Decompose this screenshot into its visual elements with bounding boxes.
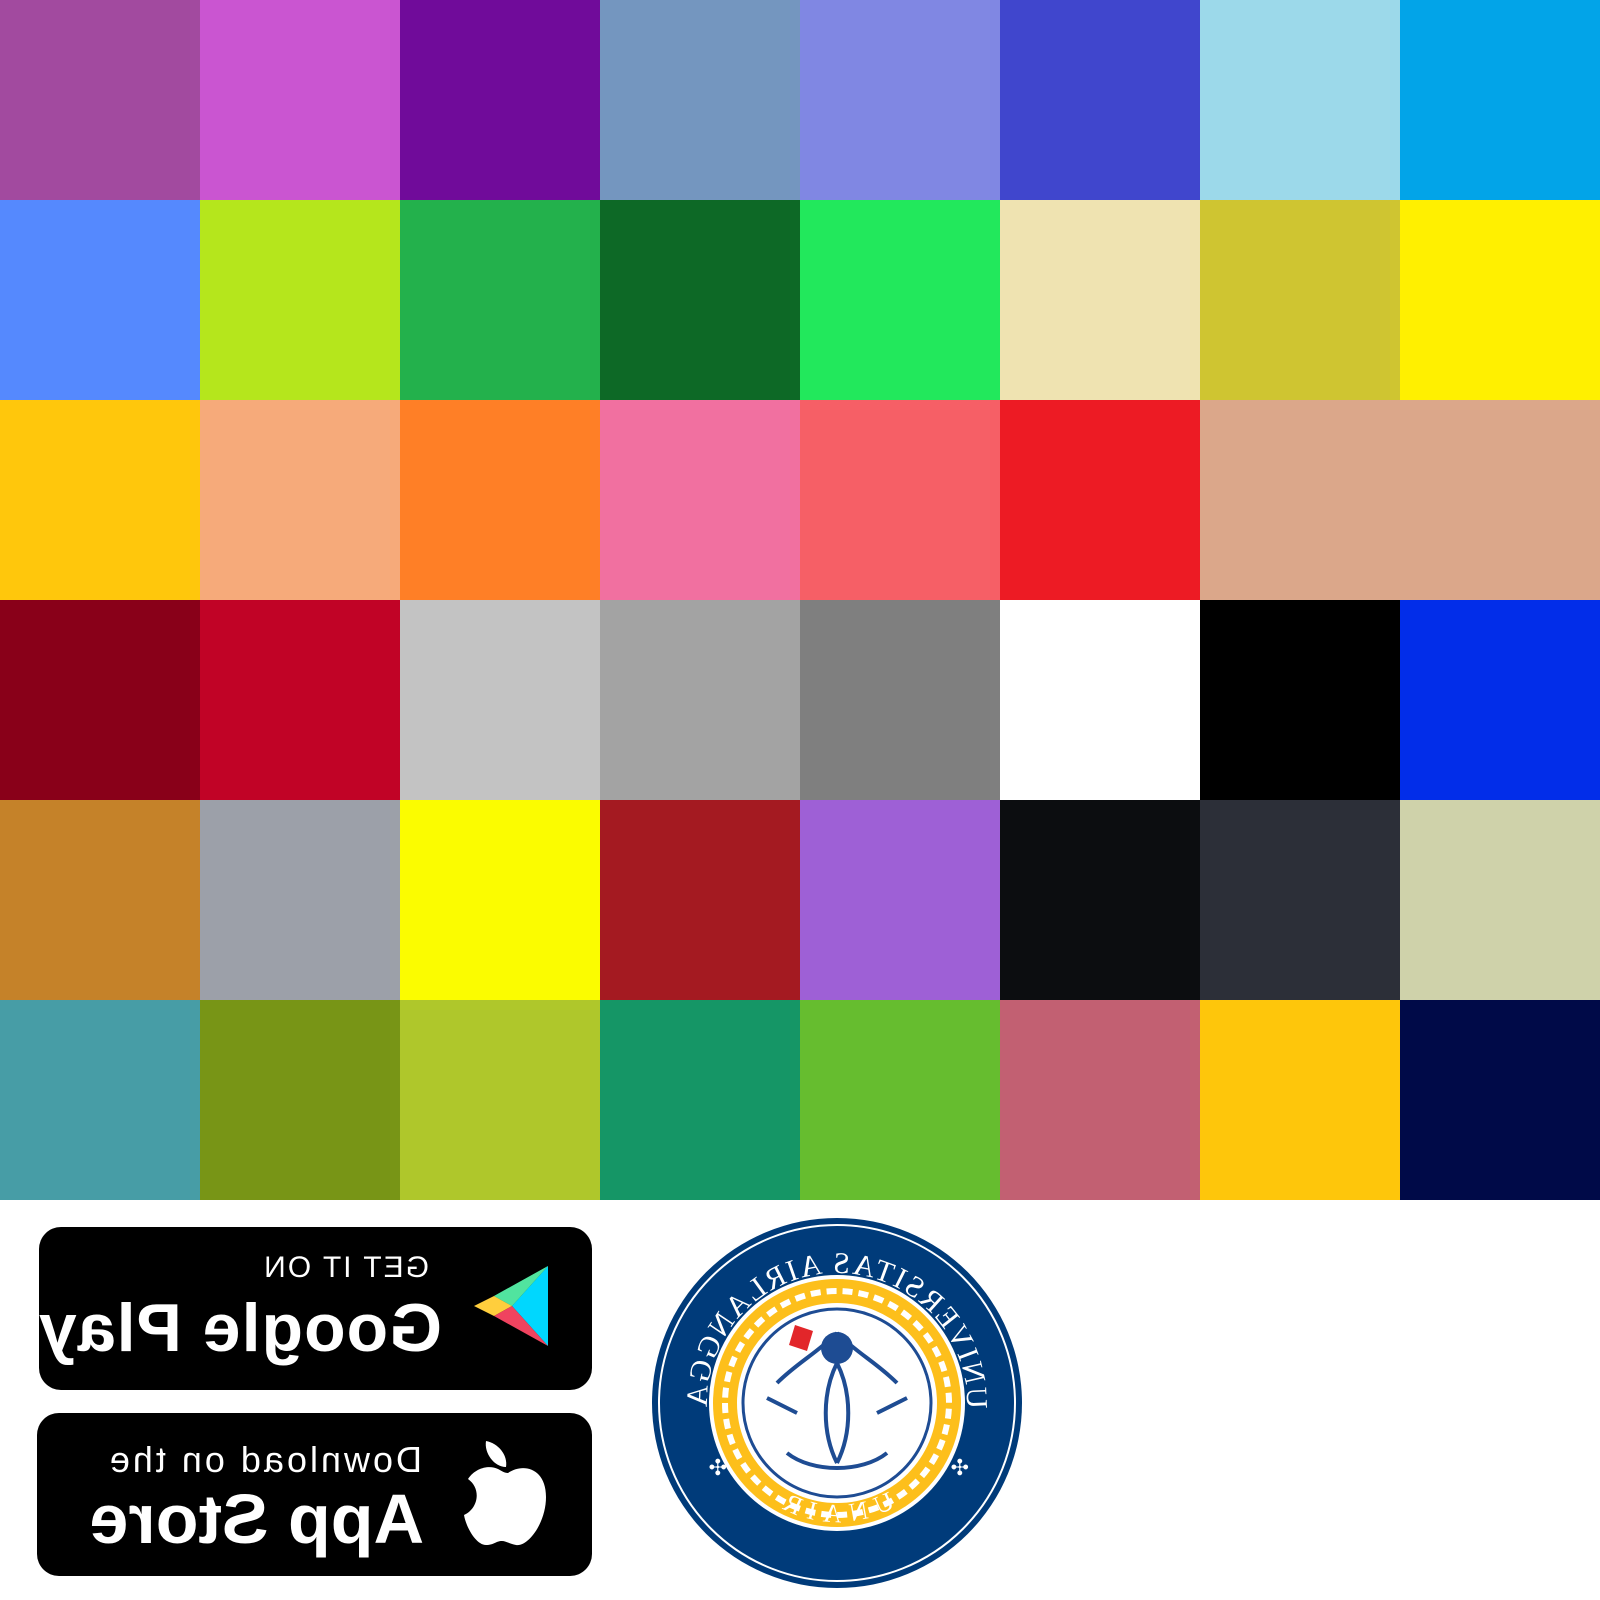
color-swatch (800, 200, 1000, 400)
color-swatch (1200, 800, 1400, 1000)
color-swatch (1000, 600, 1200, 800)
app-store-big-text: App Store (89, 1480, 424, 1558)
color-swatch (0, 200, 200, 400)
color-swatch (0, 400, 200, 600)
color-swatch (800, 1000, 1000, 1200)
color-swatch (0, 1000, 200, 1200)
color-swatch (1200, 0, 1400, 200)
color-swatch (1200, 200, 1400, 400)
color-swatch (1400, 600, 1600, 800)
color-swatch (800, 800, 1000, 1000)
color-swatch (600, 400, 800, 600)
color-swatch (1200, 600, 1400, 800)
color-swatch (1200, 1000, 1400, 1200)
color-swatch (1000, 0, 1200, 200)
color-swatch (200, 600, 400, 800)
color-swatch (600, 0, 800, 200)
seal-ornament-left: ✣ (951, 1455, 969, 1480)
color-swatch (200, 0, 400, 200)
google-play-triangle-icon (474, 1266, 548, 1346)
color-swatch (1400, 1000, 1600, 1200)
seal-ornament-right: ✣ (709, 1455, 727, 1480)
color-swatch (400, 0, 600, 200)
color-swatch (400, 400, 600, 600)
color-swatch (600, 800, 800, 1000)
color-swatch (0, 600, 200, 800)
app-store-badge-content: Download on the App Store (37, 1413, 592, 1576)
color-swatch (1000, 200, 1200, 400)
color-swatch (1000, 800, 1200, 1000)
google-play-badge-content: GET IT ON Google Play (38, 1227, 592, 1390)
color-swatch (800, 600, 1000, 800)
universitas-airlangga-seal: UNIVERSITAS AIRLANGGA UNAIR ✣ ✣ (649, 1215, 1025, 1591)
google-play-small-text: GET IT ON (262, 1251, 429, 1284)
color-swatch (800, 400, 1000, 600)
color-swatch (0, 800, 200, 1000)
color-swatch (1000, 1000, 1200, 1200)
color-swatch (400, 200, 600, 400)
color-swatch (200, 200, 400, 400)
google-play-big-text: Google Play (38, 1290, 442, 1366)
color-swatch (400, 600, 600, 800)
color-swatch (600, 600, 800, 800)
app-store-badge[interactable]: Download on the App Store (37, 1413, 592, 1576)
color-swatch (200, 1000, 400, 1200)
color-swatch (1400, 400, 1600, 600)
color-swatch (1400, 200, 1600, 400)
apple-icon (464, 1441, 546, 1546)
google-play-badge[interactable]: GET IT ON Google Play (38, 1227, 592, 1390)
color-swatch (1000, 400, 1200, 600)
color-swatch (0, 0, 200, 200)
color-swatch (200, 400, 400, 600)
color-swatch (800, 0, 1000, 200)
color-swatch (1400, 0, 1600, 200)
color-swatch (600, 1000, 800, 1200)
color-palette-grid (0, 0, 1600, 1200)
color-swatch (600, 200, 800, 400)
color-swatch (200, 800, 400, 1000)
app-store-small-text: Download on the (106, 1439, 422, 1480)
color-swatch (400, 1000, 600, 1200)
color-swatch (1200, 400, 1400, 600)
color-swatch (400, 800, 600, 1000)
color-swatch (1400, 800, 1600, 1000)
